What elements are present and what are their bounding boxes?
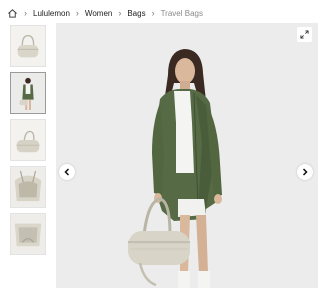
thumbnail-bag-interior-top[interactable] xyxy=(10,213,46,255)
home-icon[interactable] xyxy=(6,7,18,19)
breadcrumb-item-women[interactable]: Women xyxy=(85,9,112,18)
thumbnail-bag-interior-open[interactable] xyxy=(10,166,46,208)
breadcrumb-item-travel-bags: Travel Bags xyxy=(160,8,203,18)
chevron-right-icon: › xyxy=(24,8,27,18)
chevron-right-icon: › xyxy=(75,8,79,18)
breadcrumb-item-bags[interactable]: Bags xyxy=(127,9,145,18)
main-product-image[interactable] xyxy=(56,23,318,288)
thumbnail-duffel-bag-front[interactable] xyxy=(10,25,46,67)
model-photo xyxy=(56,23,318,288)
next-image-button[interactable] xyxy=(297,164,313,180)
chevron-left-icon xyxy=(63,163,71,181)
breadcrumb-item-lululemon[interactable]: Lululemon xyxy=(33,9,70,18)
thumbnail-model-with-bag[interactable] xyxy=(10,72,46,114)
chevron-right-icon: › xyxy=(151,8,155,18)
chevron-right-icon: › xyxy=(118,8,122,18)
thumbnail-duffel-bag-side[interactable] xyxy=(10,119,46,161)
chevron-right-icon xyxy=(301,163,309,181)
expand-icon[interactable] xyxy=(297,27,312,42)
previous-image-button[interactable] xyxy=(59,164,75,180)
thumbnail-strip xyxy=(8,25,48,288)
